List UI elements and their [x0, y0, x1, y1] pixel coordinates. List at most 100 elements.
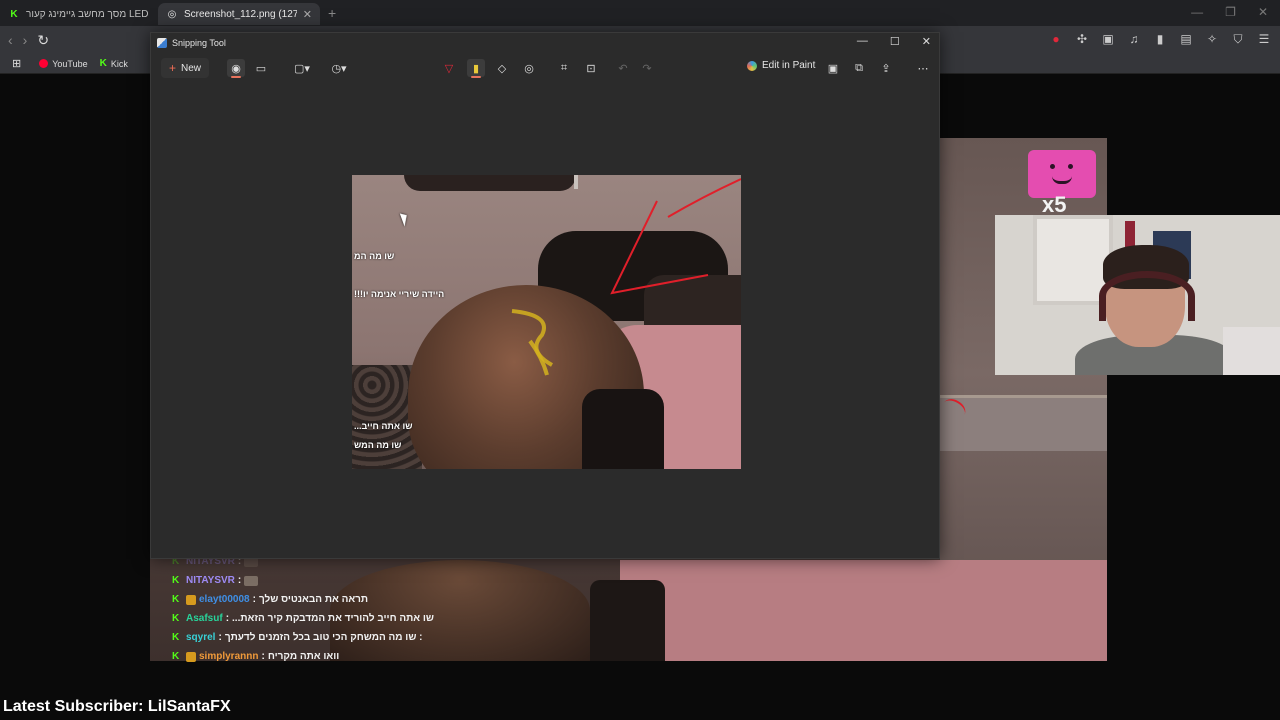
- overlay-text: !!!היידה שיריי אנימה יו: [354, 289, 445, 299]
- kick-icon: K: [99, 58, 107, 69]
- tab-screenshot[interactable]: ◎ Screenshot_112.png (1275×718) ✕: [158, 3, 320, 25]
- chat-message: Ksqyrel: שו מה המשחק הכי טוב בכל הזמנים ל…: [172, 628, 442, 647]
- chat-username[interactable]: simplyrannn: [199, 651, 258, 662]
- forward-icon[interactable]: ›: [23, 32, 28, 49]
- background-pink-shirt: [620, 560, 1107, 661]
- opera-icon[interactable]: ●: [1048, 32, 1064, 47]
- minimize-icon[interactable]: —: [857, 35, 868, 48]
- share-icon[interactable]: ⇪: [877, 59, 895, 77]
- chat-separator: :: [252, 594, 256, 605]
- chat-separator: :: [261, 651, 265, 662]
- chat-separator: :: [225, 613, 230, 624]
- chat-separator: :: [237, 575, 242, 586]
- more-options-icon[interactable]: ⋯: [914, 59, 932, 77]
- snipping-tool-titlebar: Snipping Tool: [151, 33, 939, 53]
- headphones-icon: [1099, 271, 1195, 321]
- browser-window-controls: — ❐ ✕: [1191, 5, 1268, 19]
- bookmark-label: Kick: [110, 58, 128, 69]
- tab-label: Screenshot_112.png (1275×718): [184, 8, 297, 20]
- snipping-toolbar: + New ◉ ▭ ▢▾ ◷▾ ▽ ▮ ◇ ◎ ⌗ ⊡ ↶ ↷ Edit in …: [151, 55, 939, 81]
- kick-icon: K: [172, 651, 180, 662]
- undo-icon[interactable]: ↶: [614, 59, 632, 77]
- highlighter-icon[interactable]: ▮: [467, 59, 485, 78]
- edit-in-paint-button[interactable]: Edit in Paint: [747, 60, 815, 71]
- new-tab-icon[interactable]: +: [328, 5, 336, 21]
- overlay-text: שו מה המש: [354, 440, 402, 450]
- copy-icon[interactable]: ⧉: [850, 59, 868, 77]
- reload-icon[interactable]: ↻: [37, 32, 49, 49]
- bookmark-label: YouTube: [52, 58, 88, 69]
- edit-in-paint-label: Edit in Paint: [762, 60, 816, 71]
- video-mode-icon[interactable]: ▭: [252, 59, 270, 77]
- globe-icon: ◎: [167, 8, 177, 20]
- chat-message-text: תראה את הבאנטיס שלך: [258, 594, 369, 605]
- music-icon[interactable]: ♫: [1126, 32, 1142, 47]
- maximize-icon[interactable]: ☐: [890, 35, 900, 48]
- ai-icon[interactable]: ✧: [1204, 32, 1220, 47]
- background-chair: [590, 580, 665, 661]
- timer-dropdown-icon[interactable]: ◷▾: [326, 59, 352, 77]
- overlay-text: שו מה המ: [354, 251, 395, 261]
- puzzle-icon[interactable]: ✣: [1074, 32, 1090, 47]
- snip-shape-dropdown-icon[interactable]: ▢▾: [289, 59, 315, 77]
- close-tab-icon[interactable]: ✕: [303, 8, 312, 21]
- webcam-bed: [1223, 327, 1280, 375]
- red-annotation-arrow: [610, 200, 709, 295]
- kick-icon: K: [172, 575, 180, 586]
- snipping-tool-icon: [157, 38, 167, 48]
- kick-icon: K: [172, 632, 180, 643]
- close-icon[interactable]: ✕: [922, 35, 931, 48]
- snip-window-controls: — ☐ ✕: [857, 35, 931, 48]
- latest-subscriber: Latest Subscriber: LilSantaFX: [3, 698, 231, 715]
- plus-icon: +: [169, 61, 177, 75]
- close-icon[interactable]: ✕: [1258, 5, 1268, 19]
- captured-screenshot: שו מה המ !!!היידה שיריי אנימה יו ...שו א…: [352, 175, 741, 469]
- chat-username[interactable]: Asafsuf: [186, 613, 223, 624]
- paint-icon: [747, 60, 757, 71]
- tab-label: מסך מחשב גיימינג קעור LED QHD VA: [26, 8, 150, 20]
- apps-icon[interactable]: ⊞: [12, 57, 21, 70]
- chat-username[interactable]: sqyrel: [186, 632, 215, 643]
- camera-mode-icon[interactable]: ◉: [227, 59, 245, 78]
- chat-username[interactable]: NITAYSVR: [186, 575, 235, 586]
- eraser-icon[interactable]: ◇: [493, 59, 511, 77]
- browser-tabstrip: K מסך מחשב גיימינג קעור LED QHD VA ◎ Scr…: [0, 0, 1280, 26]
- shapes-icon[interactable]: ◎: [520, 59, 538, 77]
- chat-message-text: ...שו אתה חייב להוריד את המדבקת קיר הזאת: [232, 613, 434, 624]
- chat-message: K Asafsuf: ...שו אתה חייב להוריד את המדבקת…: [172, 609, 442, 628]
- chat-message-text: שו מה המשחק הכי טוב בכל הזמנים לדעתך :: [224, 632, 423, 643]
- extensions-bar: ● ✣ ▣ ♫ ▮ ▤ ✧ ⛉ ☰: [1048, 32, 1272, 47]
- red-annotation-stroke: [667, 178, 741, 218]
- subscriber-badge-icon: [186, 594, 196, 605]
- subscriber-badge-icon: [186, 651, 196, 662]
- menu-icon[interactable]: ☰: [1256, 32, 1272, 47]
- crop-icon[interactable]: ⌗: [555, 59, 573, 77]
- wallet-icon[interactable]: ▤: [1178, 32, 1194, 47]
- new-snip-button[interactable]: + New: [161, 58, 210, 78]
- chat-message: Kelayt00008: תראה את הבאנטיס שלך: [172, 590, 442, 609]
- kick-icon: K: [172, 594, 180, 605]
- yellow-highlight-stroke: [511, 309, 554, 367]
- text-actions-icon[interactable]: ⊡: [582, 59, 600, 77]
- back-icon[interactable]: ‹: [8, 32, 13, 49]
- pen-icon[interactable]: ▽: [440, 59, 458, 77]
- youtube-icon: [39, 59, 49, 68]
- kick-icon: K: [10, 8, 18, 20]
- save-icon[interactable]: ▣: [824, 59, 842, 77]
- minimize-icon[interactable]: —: [1191, 5, 1203, 19]
- tab-monitor-listing[interactable]: K מסך מחשב גיימינג קעור LED QHD VA: [0, 3, 158, 25]
- redo-icon[interactable]: ↷: [638, 59, 656, 77]
- chat-overlay: K NITAYSVR: K NITAYSVR: Kelayt00008: תראה את …: [172, 552, 442, 666]
- shield-icon[interactable]: ⛉: [1230, 32, 1246, 47]
- chat-username[interactable]: elayt00008: [199, 594, 250, 605]
- bookmark-youtube[interactable]: YouTube: [39, 58, 88, 69]
- sidebar-icon[interactable]: ▮: [1152, 32, 1168, 47]
- window-title: Snipping Tool: [172, 38, 226, 48]
- restore-icon[interactable]: ❐: [1225, 5, 1236, 19]
- bookmark-kick[interactable]: K Kick: [100, 58, 128, 69]
- snipping-tool-window: Snipping Tool — ☐ ✕ + New ◉ ▭ ▢▾ ◷▾ ▽ ▮ …: [150, 32, 940, 559]
- chat-message: K NITAYSVR:: [172, 571, 442, 590]
- pink-emote-icon: [1028, 150, 1096, 198]
- chat-message-text: וואו אתה מקריח: [267, 651, 340, 662]
- screenshot-icon[interactable]: ▣: [1100, 32, 1116, 47]
